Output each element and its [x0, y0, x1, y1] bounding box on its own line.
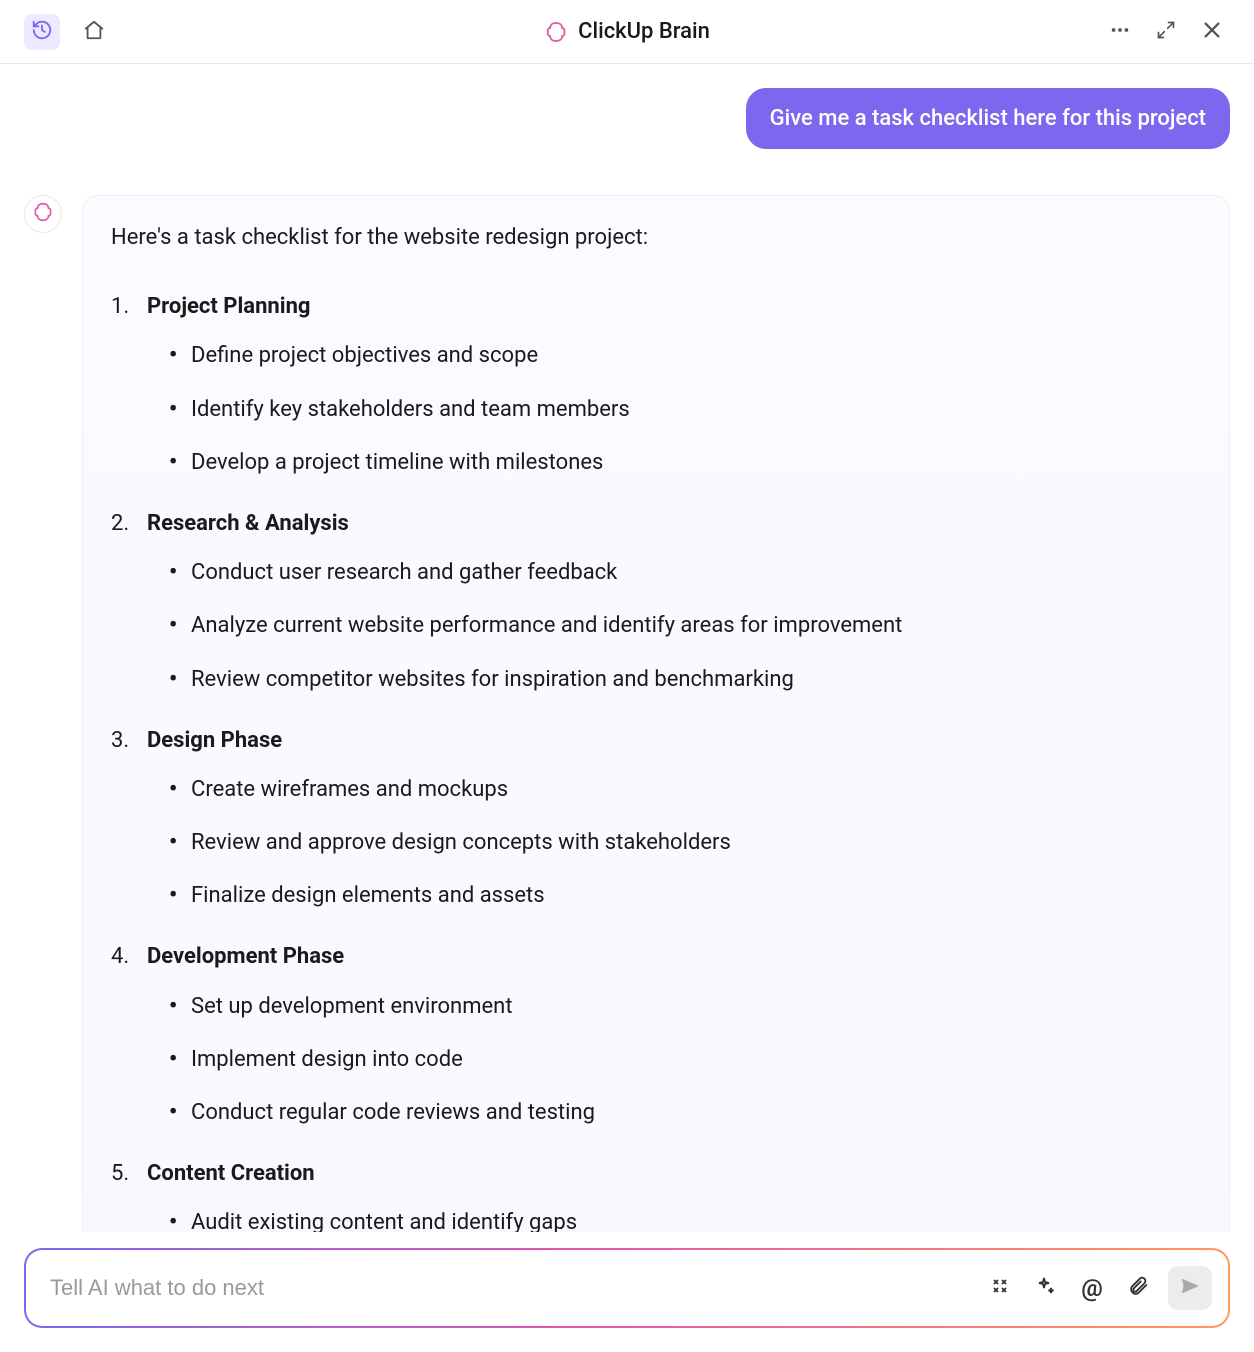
user-message-row: Give me a task checklist here for this p…: [24, 88, 1230, 149]
ai-input[interactable]: [50, 1275, 974, 1301]
expand-icon: [1156, 20, 1176, 43]
chat-area: Give me a task checklist here for this p…: [0, 64, 1254, 1232]
section-title: Content Creation: [111, 1156, 1201, 1191]
ai-intro-text: Here's a task checklist for the website …: [111, 220, 1201, 255]
ai-message-row: Here's a task checklist for the website …: [24, 195, 1230, 1232]
page-title: ClickUp Brain: [578, 19, 710, 44]
mention-button[interactable]: @: [1076, 1272, 1108, 1304]
input-actions: @: [984, 1266, 1212, 1310]
header: ClickUp Brain: [0, 0, 1254, 64]
section-items: Audit existing content and identify gaps…: [111, 1205, 1201, 1232]
checklist-item: Identify key stakeholders and team membe…: [169, 392, 1201, 427]
section-items: Create wireframes and mockups Review and …: [111, 772, 1201, 914]
home-icon: [83, 19, 105, 44]
home-button[interactable]: [76, 14, 112, 50]
tools-icon: [988, 1274, 1012, 1302]
section-title: Design Phase: [111, 723, 1201, 758]
close-icon: [1201, 19, 1223, 44]
attach-icon: [1127, 1275, 1149, 1301]
checklist-item: Analyze current website performance and …: [169, 608, 1201, 643]
header-center: ClickUp Brain: [544, 19, 710, 44]
checklist-item: Set up development environment: [169, 989, 1201, 1024]
checklist-item: Review competitor websites for inspirati…: [169, 662, 1201, 697]
section-title: Project Planning: [111, 289, 1201, 324]
more-icon: [1109, 19, 1131, 44]
section-items: Set up development environment Implement …: [111, 989, 1201, 1131]
close-button[interactable]: [1194, 14, 1230, 50]
input-wrapper: @: [24, 1248, 1230, 1328]
checklist-item: Conduct user research and gather feedbac…: [169, 555, 1201, 590]
checklist-item: Implement design into code: [169, 1042, 1201, 1077]
checklist-item: Conduct regular code reviews and testing: [169, 1095, 1201, 1130]
checklist: Project Planning Define project objective…: [111, 289, 1201, 1232]
checklist-item: Create wireframes and mockups: [169, 772, 1201, 807]
sparkle-button[interactable]: [1030, 1272, 1062, 1304]
section-items: Define project objectives and scope Ident…: [111, 338, 1201, 480]
brain-icon: [32, 201, 54, 227]
header-right: [1102, 14, 1230, 50]
header-left: [24, 14, 112, 50]
attach-button[interactable]: [1122, 1272, 1154, 1304]
checklist-item: Define project objectives and scope: [169, 338, 1201, 373]
checklist-item: Audit existing content and identify gaps: [169, 1205, 1201, 1232]
checklist-item: Develop a project timeline with mileston…: [169, 445, 1201, 480]
input-area: @: [24, 1248, 1230, 1328]
brain-icon: [544, 20, 568, 44]
section-title: Research & Analysis: [111, 506, 1201, 541]
sparkle-icon: [1034, 1274, 1058, 1302]
history-button[interactable]: [24, 14, 60, 50]
section-title: Development Phase: [111, 939, 1201, 974]
checklist-section: Content Creation Audit existing content a…: [111, 1156, 1201, 1232]
send-icon: [1179, 1275, 1201, 1301]
input-inner: @: [26, 1250, 1228, 1326]
history-icon: [31, 19, 53, 44]
section-items: Conduct user research and gather feedbac…: [111, 555, 1201, 697]
ai-avatar: [24, 195, 62, 233]
checklist-section: Research & Analysis Conduct user research…: [111, 506, 1201, 697]
checklist-section: Development Phase Set up development envi…: [111, 939, 1201, 1130]
checklist-section: Project Planning Define project objective…: [111, 289, 1201, 480]
more-button[interactable]: [1102, 14, 1138, 50]
checklist-section: Design Phase Create wireframes and mockup…: [111, 723, 1201, 914]
send-button[interactable]: [1168, 1266, 1212, 1310]
tools-button[interactable]: [984, 1272, 1016, 1304]
user-message-bubble: Give me a task checklist here for this p…: [746, 88, 1230, 149]
ai-response: Here's a task checklist for the website …: [82, 195, 1230, 1232]
expand-button[interactable]: [1148, 14, 1184, 50]
mention-icon: @: [1081, 1274, 1103, 1302]
checklist-item: Review and approve design concepts with …: [169, 825, 1201, 860]
checklist-item: Finalize design elements and assets: [169, 878, 1201, 913]
